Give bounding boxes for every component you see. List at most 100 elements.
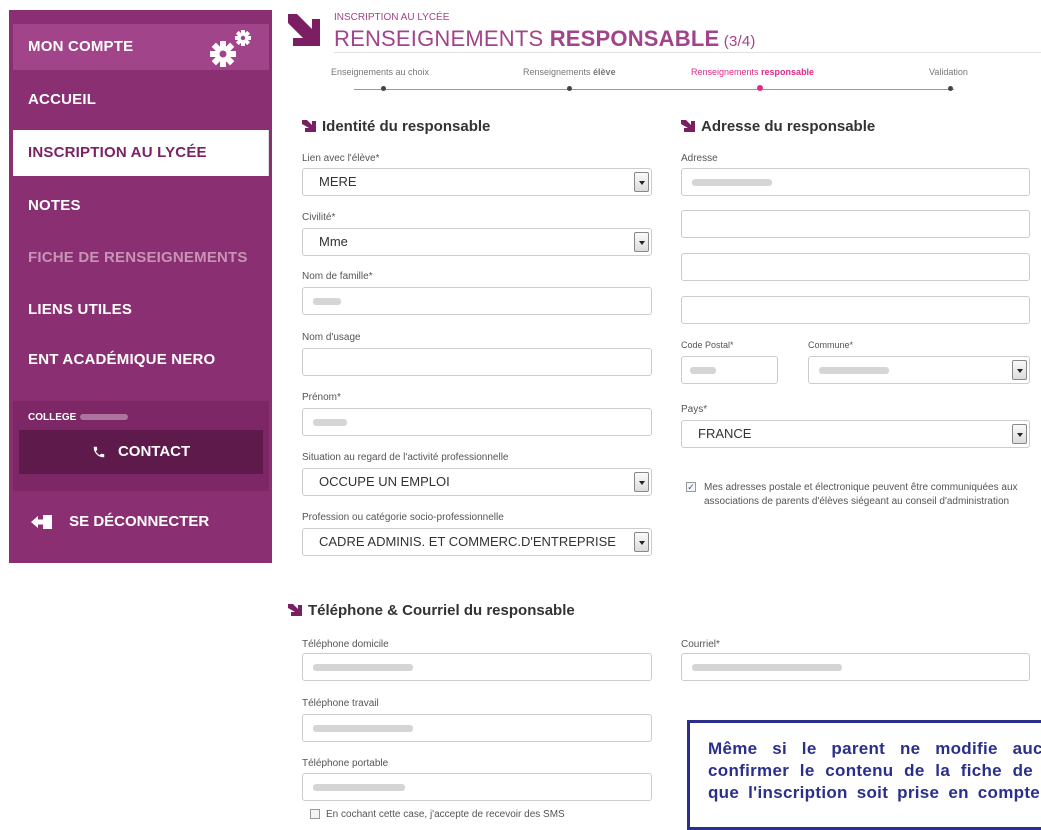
sidebar-item-ent[interactable]: ENT ACADÉMIQUE NERO	[13, 337, 269, 383]
profession-value: CADRE ADMINIS. ET COMMERC.D'ENTREPRISE	[319, 534, 616, 549]
tel-port-input[interactable]	[302, 773, 652, 801]
logout-icon	[31, 515, 52, 530]
chevron-down-icon	[634, 472, 649, 492]
redacted-value	[313, 664, 413, 671]
contact-section-title: Téléphone & Courriel du responsable	[288, 602, 575, 619]
phone-icon	[93, 446, 105, 458]
sms-checkbox[interactable]	[310, 809, 320, 819]
step-3-label[interactable]: Renseignements responsable	[691, 67, 814, 77]
adresse-line-3-input[interactable]	[681, 253, 1030, 281]
logout-button[interactable]: SE DÉCONNECTER	[13, 502, 269, 542]
redacted-value	[313, 419, 347, 426]
commune-label: Commune*	[808, 340, 854, 350]
courriel-input[interactable]	[681, 653, 1030, 681]
contact-title-text: Téléphone & Courriel du responsable	[308, 602, 575, 619]
step-4-dot	[948, 86, 953, 91]
nom-input[interactable]	[302, 287, 652, 315]
identity-section-title: Identité du responsable	[302, 118, 490, 135]
chevron-down-icon	[1012, 360, 1027, 380]
commune-select[interactable]	[808, 356, 1030, 384]
step-1-dot	[381, 86, 386, 91]
instruction-note-text: Même si le parent ne modifie aucune donn…	[708, 739, 1041, 802]
step-3-dot	[757, 85, 763, 91]
sidebar: MON COMPTE ACCUEIL INSCRIPTION AU LYCÉE …	[9, 10, 272, 563]
step-1-label[interactable]: Enseignements au choix	[331, 67, 429, 77]
tel-dom-input[interactable]	[302, 653, 652, 681]
prenom-input[interactable]	[302, 408, 652, 436]
college-panel: COLLEGE CONTACT	[13, 401, 269, 491]
nom-label: Nom de famille*	[302, 271, 373, 282]
section-arrow-icon	[302, 120, 316, 132]
college-label: COLLEGE	[28, 412, 77, 423]
contact-label: CONTACT	[117, 443, 191, 460]
logout-label: SE DÉCONNECTER	[69, 513, 210, 530]
sidebar-item-label: MON COMPTE	[28, 38, 134, 55]
step-label-bold: élève	[593, 67, 616, 77]
situation-select[interactable]: OCCUPE UN EMPLOI	[302, 468, 652, 496]
lien-select[interactable]: MERE	[302, 168, 652, 196]
adresse-label: Adresse	[681, 153, 718, 164]
civilite-label: Civilité*	[302, 212, 336, 223]
step-label-text: Validation	[929, 67, 968, 77]
redacted-value	[313, 725, 413, 732]
sidebar-item-label: ENT ACADÉMIQUE NERO	[28, 351, 216, 368]
sidebar-item-fiche[interactable]: FICHE DE RENSEIGNEMENTS	[13, 235, 269, 281]
page-subtitle: INSCRIPTION AU LYCÉE	[334, 12, 450, 23]
step-2-dot	[567, 86, 572, 91]
section-arrow-icon	[288, 604, 302, 616]
step-2-label[interactable]: Renseignements élève	[523, 67, 616, 77]
cp-input[interactable]	[681, 356, 778, 384]
sidebar-item-mon-compte[interactable]: MON COMPTE	[13, 24, 269, 70]
sidebar-item-label: FICHE DE RENSEIGNEMENTS	[28, 249, 248, 266]
civilite-value: Mme	[319, 234, 348, 249]
identity-title-text: Identité du responsable	[322, 118, 491, 135]
title-divider	[334, 52, 1041, 53]
redacted-value	[692, 664, 842, 671]
courriel-label: Courriel*	[681, 639, 720, 650]
page-title: RENSEIGNEMENTS RESPONSABLE (3/4)	[334, 26, 756, 52]
pays-select[interactable]: FRANCE	[681, 420, 1030, 448]
address-title-text: Adresse du responsable	[701, 118, 876, 135]
tel-trav-label: Téléphone travail	[302, 698, 379, 709]
usage-input[interactable]	[302, 348, 652, 376]
adresse-line-2-input[interactable]	[681, 210, 1030, 238]
prenom-label: Prénom*	[302, 392, 341, 403]
sidebar-item-inscription[interactable]: INSCRIPTION AU LYCÉE	[13, 130, 269, 176]
step-4-label[interactable]: Validation	[929, 67, 968, 77]
sidebar-item-notes[interactable]: NOTES	[13, 183, 269, 229]
redacted-value	[819, 367, 889, 374]
sidebar-item-label: LIENS UTILES	[28, 301, 133, 318]
address-section-title: Adresse du responsable	[681, 118, 875, 135]
profession-select[interactable]: CADRE ADMINIS. ET COMMERC.D'ENTREPRISE	[302, 528, 652, 556]
adresse-line-4-input[interactable]	[681, 296, 1030, 324]
page-title-part1: RENSEIGNEMENTS	[334, 26, 550, 51]
tel-trav-input[interactable]	[302, 714, 652, 742]
usage-label: Nom d'usage	[302, 332, 361, 343]
step-label-text: Renseignements	[523, 67, 594, 77]
section-arrow-icon	[681, 120, 695, 132]
consent-checkbox[interactable]: ✓	[686, 482, 696, 492]
redacted-value	[692, 179, 772, 186]
sms-text: En cochant cette case, j'accepte de rece…	[326, 809, 565, 820]
redacted-value	[313, 298, 341, 305]
sms-row: En cochant cette case, j'accepte de rece…	[310, 808, 565, 822]
tel-dom-label: Téléphone domicile	[302, 639, 389, 650]
sidebar-item-accueil[interactable]: ACCUEIL	[13, 77, 269, 123]
sidebar-item-label: NOTES	[28, 197, 81, 214]
college-name-redacted	[80, 414, 129, 421]
redacted-value	[690, 367, 716, 374]
chevron-down-icon	[634, 532, 649, 552]
sidebar-item-liens[interactable]: LIENS UTILES	[13, 287, 269, 333]
contact-button[interactable]: CONTACT	[19, 430, 263, 474]
page-title-part2: RESPONSABLE	[549, 26, 720, 51]
chevron-down-icon	[634, 172, 649, 192]
instruction-note: Même si le parent ne modifie aucune donn…	[687, 720, 1041, 830]
chevron-down-icon	[1012, 424, 1027, 444]
civilite-select[interactable]: Mme	[302, 228, 652, 256]
pays-label: Pays*	[681, 404, 708, 415]
step-label-bold: responsable	[761, 67, 815, 77]
pays-value: FRANCE	[698, 426, 752, 441]
sidebar-item-label: ACCUEIL	[28, 91, 97, 108]
adresse-line-1-input[interactable]	[681, 168, 1030, 196]
cp-label: Code Postal*	[681, 340, 734, 350]
